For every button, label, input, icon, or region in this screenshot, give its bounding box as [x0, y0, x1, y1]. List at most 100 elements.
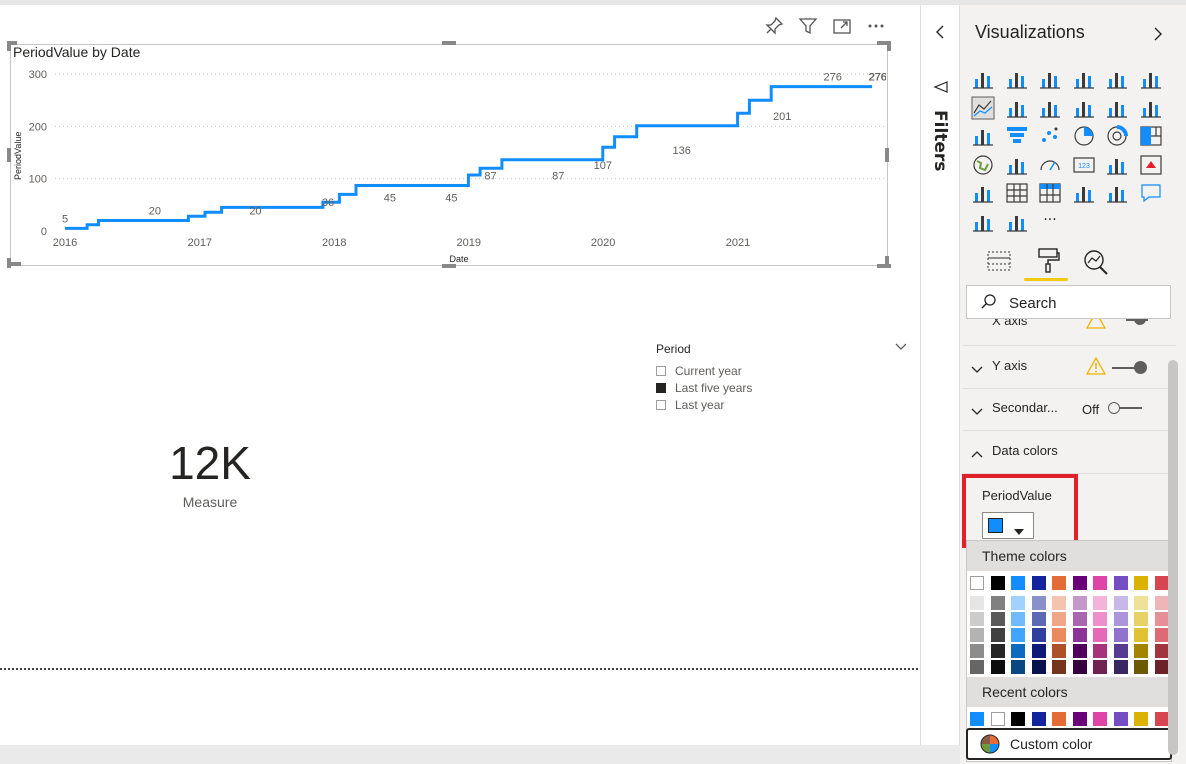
theme-shade-swatch[interactable] — [1154, 628, 1169, 642]
clustered-bar-chart-icon[interactable] — [1038, 67, 1062, 91]
ribbon-chart-icon[interactable] — [1139, 96, 1163, 120]
theme-shade-swatch[interactable] — [1072, 596, 1087, 610]
recent-color-swatch[interactable] — [970, 712, 984, 726]
data-colors-row[interactable]: Data colors — [962, 431, 1176, 474]
smart-narrative-icon[interactable] — [1005, 210, 1029, 234]
resize-handle[interactable] — [887, 41, 891, 51]
filter-icon[interactable] — [796, 16, 820, 40]
theme-shade-swatch[interactable] — [1052, 596, 1066, 610]
theme-shade-swatch[interactable] — [1031, 644, 1046, 658]
qa-icon[interactable] — [1139, 181, 1163, 205]
theme-shade-swatch[interactable] — [1031, 596, 1046, 610]
theme-shade-swatch[interactable] — [1113, 660, 1128, 674]
slicer-item[interactable]: Last year — [656, 396, 912, 413]
line-stacked-column-icon[interactable] — [1105, 96, 1129, 120]
analytics-tab-icon[interactable] — [1082, 248, 1110, 280]
area-chart-icon[interactable] — [1005, 96, 1029, 120]
scatter-chart-icon[interactable] — [1038, 124, 1062, 148]
theme-shade-swatch[interactable] — [1113, 628, 1128, 642]
card-icon[interactable]: 123 — [1072, 153, 1096, 177]
resize-handle[interactable] — [7, 41, 11, 51]
theme-shade-swatch[interactable] — [990, 612, 1005, 626]
theme-color-swatch[interactable] — [1031, 576, 1046, 590]
pie-chart-icon[interactable] — [1072, 124, 1096, 148]
y-axis-row[interactable]: Y axis — [962, 345, 1176, 389]
stacked-column-chart-icon[interactable] — [1005, 67, 1029, 91]
theme-shade-swatch[interactable] — [1052, 628, 1066, 642]
pin-icon[interactable] — [762, 16, 786, 40]
theme-shade-swatch[interactable] — [970, 628, 984, 642]
theme-color-swatch[interactable] — [990, 576, 1005, 590]
table-icon[interactable] — [1005, 181, 1029, 205]
theme-shade-swatch[interactable] — [990, 628, 1005, 642]
theme-shade-swatch[interactable] — [1011, 596, 1025, 610]
theme-shade-swatch[interactable] — [970, 596, 984, 610]
theme-shade-swatch[interactable] — [1072, 644, 1087, 658]
matrix-icon[interactable] — [1038, 181, 1062, 205]
chevron-left-icon[interactable] — [932, 24, 948, 44]
theme-color-swatch[interactable] — [1072, 576, 1087, 590]
line-chart-icon[interactable] — [971, 96, 995, 120]
focus-mode-icon[interactable] — [830, 16, 854, 40]
theme-shade-swatch[interactable] — [1093, 612, 1107, 626]
theme-color-swatch[interactable] — [1093, 576, 1107, 590]
theme-shade-swatch[interactable] — [1093, 644, 1107, 658]
theme-shade-swatch[interactable] — [1154, 596, 1169, 610]
chevron-down-icon[interactable] — [894, 340, 908, 357]
resize-handle[interactable] — [442, 41, 456, 45]
multi-row-card-icon[interactable] — [1105, 153, 1129, 177]
100-stacked-bar-icon[interactable] — [1105, 67, 1129, 91]
secondary-axis-row[interactable]: Secondar... Off — [962, 388, 1176, 431]
theme-shade-swatch[interactable] — [1011, 660, 1025, 674]
theme-shade-swatch[interactable] — [1134, 644, 1148, 658]
theme-shade-swatch[interactable] — [1031, 612, 1046, 626]
key-influencers-icon[interactable] — [1072, 181, 1096, 205]
treemap-icon[interactable] — [1139, 124, 1163, 148]
theme-color-swatch[interactable] — [1113, 576, 1128, 590]
slicer-item[interactable]: Current year — [656, 362, 912, 379]
slicer-item[interactable]: Last five years — [656, 379, 912, 396]
theme-shade-swatch[interactable] — [970, 660, 984, 674]
theme-shade-swatch[interactable] — [1093, 596, 1107, 610]
decomposition-tree-icon[interactable] — [1105, 181, 1129, 205]
theme-shade-swatch[interactable] — [1154, 660, 1169, 674]
stacked-area-icon[interactable] — [1038, 96, 1062, 120]
waterfall-chart-icon[interactable] — [971, 124, 995, 148]
theme-shade-swatch[interactable] — [1031, 628, 1046, 642]
theme-shade-swatch[interactable] — [1052, 644, 1066, 658]
filters-label[interactable]: Filters — [930, 110, 950, 171]
kpi-icon[interactable] — [1139, 153, 1163, 177]
theme-shade-swatch[interactable] — [990, 644, 1005, 658]
checkbox[interactable] — [656, 399, 666, 410]
slicer-icon[interactable] — [971, 181, 995, 205]
theme-shade-swatch[interactable] — [1072, 612, 1087, 626]
theme-shade-swatch[interactable] — [1031, 660, 1046, 674]
theme-shade-swatch[interactable] — [1011, 612, 1025, 626]
theme-color-swatch[interactable] — [1154, 576, 1169, 590]
recent-color-swatch[interactable] — [1154, 712, 1169, 726]
stacked-bar-chart-icon[interactable] — [971, 67, 995, 91]
format-paint-roller-icon[interactable] — [1034, 246, 1062, 278]
x-axis-row-clipped[interactable]: X axis — [962, 319, 1176, 343]
theme-shade-swatch[interactable] — [1052, 612, 1066, 626]
theme-shade-swatch[interactable] — [1154, 644, 1169, 658]
theme-shade-swatch[interactable] — [1072, 660, 1087, 674]
gauge-icon[interactable] — [1038, 153, 1062, 177]
theme-shade-swatch[interactable] — [1052, 660, 1066, 674]
100-stacked-column-icon[interactable] — [1139, 67, 1163, 91]
theme-color-swatch[interactable] — [1011, 576, 1025, 590]
recent-color-swatch[interactable] — [1011, 712, 1025, 726]
chevron-right-icon[interactable] — [1150, 26, 1166, 46]
checkbox[interactable] — [656, 365, 666, 376]
recent-color-swatch[interactable] — [1031, 712, 1046, 726]
line-clustered-column-icon[interactable] — [1072, 96, 1096, 120]
theme-shade-swatch[interactable] — [970, 644, 984, 658]
theme-shade-swatch[interactable] — [990, 660, 1005, 674]
theme-shade-swatch[interactable] — [1011, 644, 1025, 658]
theme-color-swatch[interactable] — [1134, 576, 1148, 590]
recent-color-swatch[interactable] — [1113, 712, 1128, 726]
theme-shade-swatch[interactable] — [1093, 660, 1107, 674]
fields-tab-icon[interactable] — [986, 248, 1012, 278]
checkbox[interactable] — [656, 382, 666, 393]
theme-shade-swatch[interactable] — [1011, 628, 1025, 642]
